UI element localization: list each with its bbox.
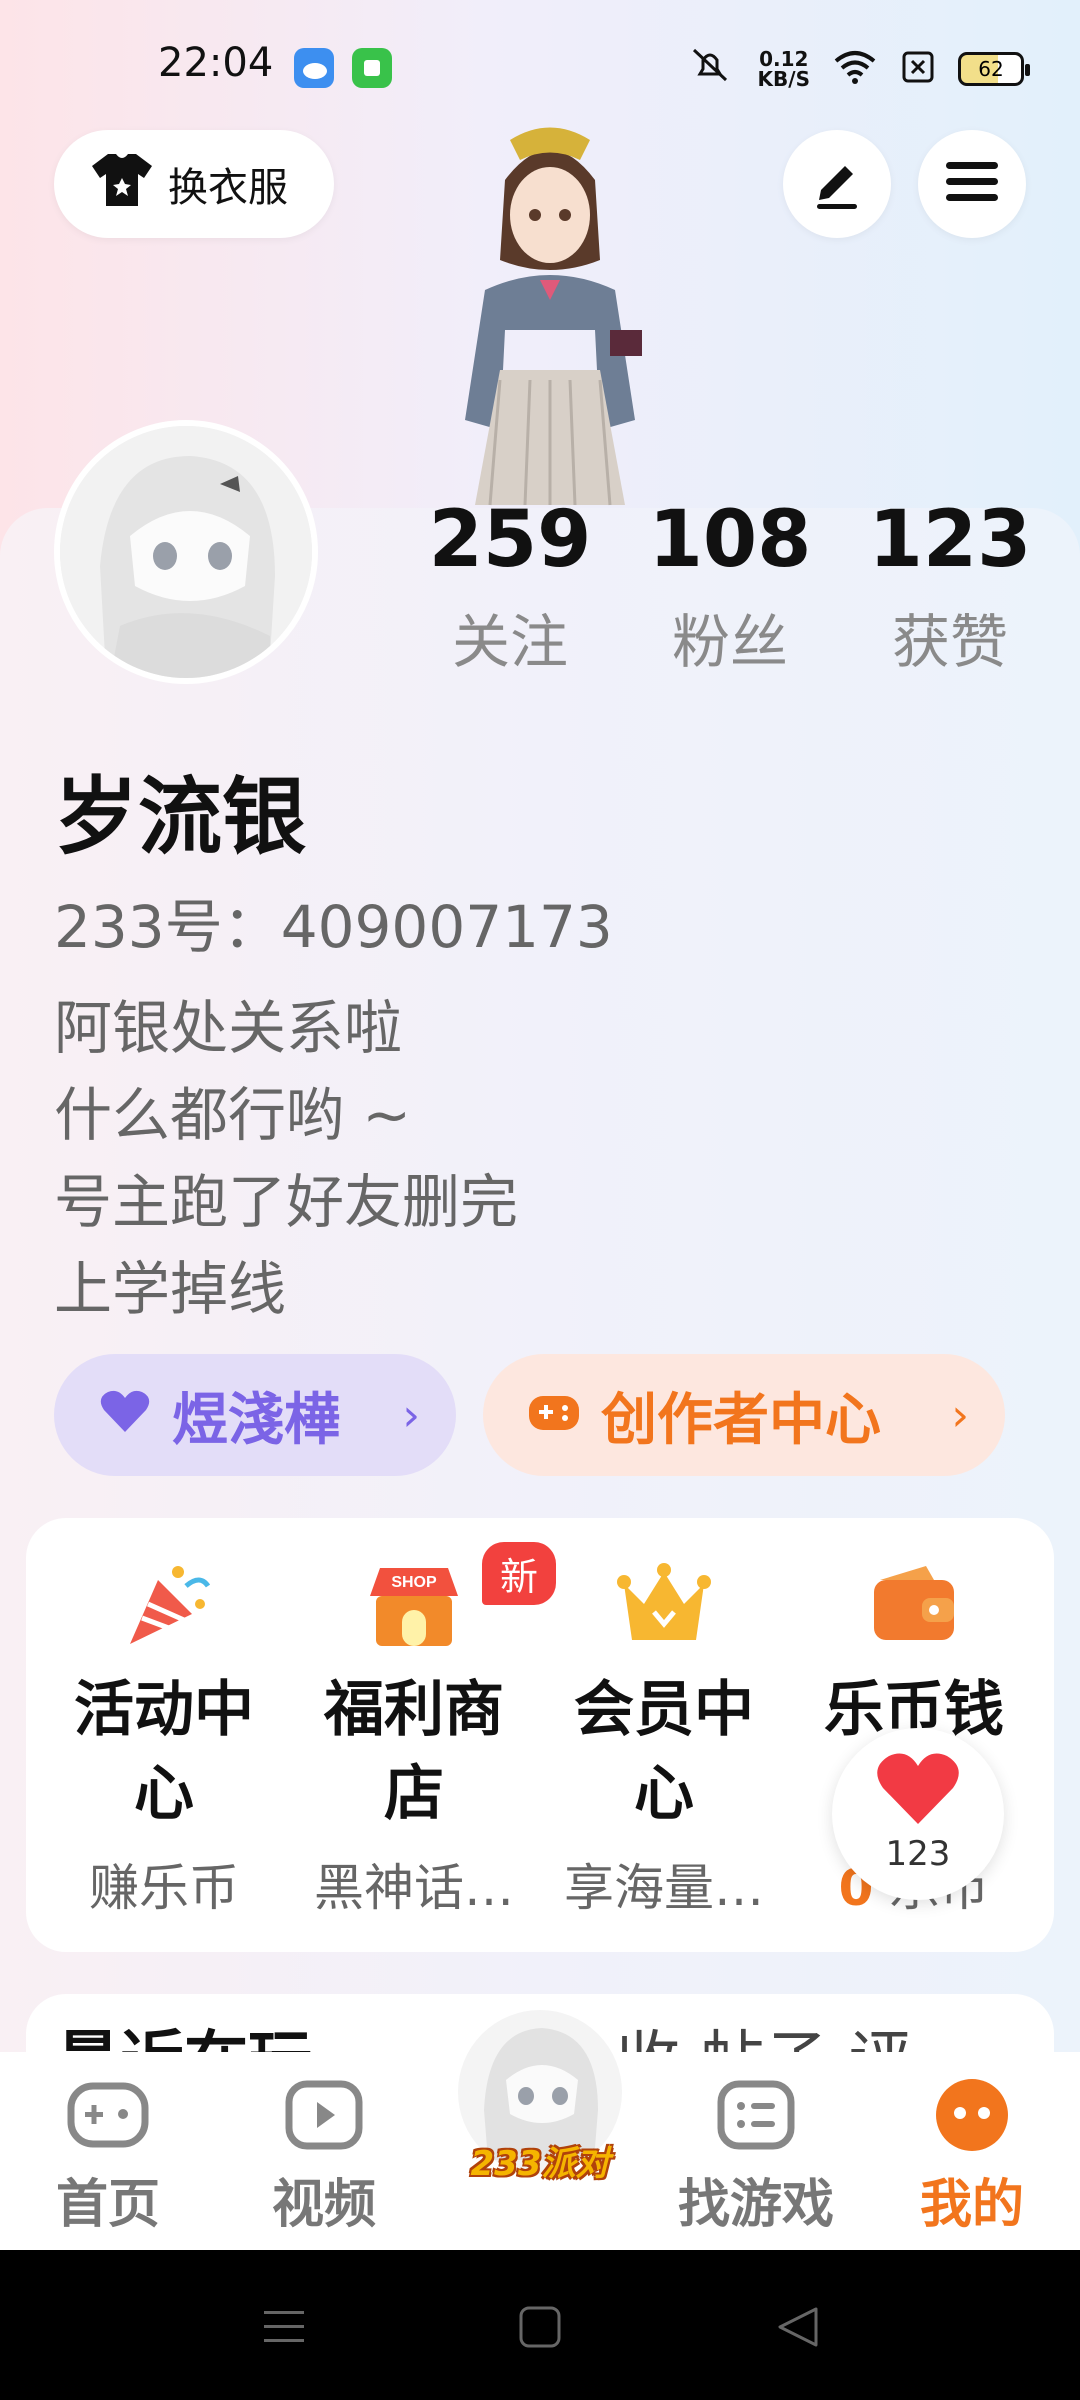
bio-line: 上学掉线	[54, 1255, 287, 1323]
nav-find-games[interactable]: 找游戏	[676, 2078, 836, 2237]
heart-icon	[873, 1753, 963, 1832]
net-speed-unit: KB/S	[757, 66, 810, 91]
home-button[interactable]	[518, 2305, 562, 2353]
user-id-label: 233号：	[54, 893, 281, 961]
mute-bell-icon	[684, 44, 736, 93]
system-nav-bar	[0, 2250, 1080, 2400]
triangle-back-icon	[776, 2307, 820, 2353]
bio-line: 什么都行哟 ~	[54, 1081, 412, 1149]
recent-apps-button[interactable]	[262, 2305, 306, 2353]
me-face-icon	[931, 2078, 1013, 2152]
feature-member-center[interactable]: 会员中 心 享海量…	[544, 1560, 784, 1920]
stat-followers[interactable]: 108 粉丝	[620, 495, 840, 679]
stats-row: 259 关注 108 粉丝 123 获赞	[400, 495, 1060, 679]
shop-icon: SHOP	[366, 1560, 462, 1650]
hamburger-menu-icon	[944, 158, 1000, 210]
stat-value: 108	[648, 495, 812, 585]
net-speed-value: 0.12	[759, 46, 809, 71]
back-button[interactable]	[776, 2305, 820, 2353]
status-icons: 0.12 KB/S 62	[684, 44, 1030, 93]
feature-title: 活动中 心	[44, 1668, 284, 1836]
bio-line: 号主跑了好友删完	[54, 1168, 519, 1236]
nav-label: 视频	[271, 2175, 376, 2235]
pencil-icon	[809, 154, 865, 214]
feature-subtitle: 赚乐币	[89, 1859, 239, 1917]
crown-icon	[616, 1560, 712, 1650]
stat-value: 123	[868, 495, 1032, 585]
menu-button[interactable]	[918, 130, 1026, 238]
video-play-icon	[283, 2078, 365, 2152]
feature-title-line: 福利商	[324, 1675, 504, 1745]
nav-me[interactable]: 我的	[892, 2078, 1052, 2237]
edit-profile-button[interactable]	[783, 130, 891, 238]
no-sim-icon	[900, 49, 936, 89]
wifi-icon	[832, 49, 878, 89]
party-popper-icon	[116, 1560, 212, 1650]
stat-label: 获赞	[891, 608, 1008, 676]
feature-activity-center[interactable]: 活动中 心 赚乐币	[44, 1560, 284, 1920]
feature-title-line: 活动中	[74, 1675, 254, 1745]
change-outfit-label: 换衣服	[168, 165, 288, 211]
creator-center-label: 创作者中心	[601, 1387, 881, 1453]
chevron-right-icon: ›	[951, 1389, 969, 1441]
app-notification-icon	[352, 48, 392, 88]
tshirt-icon	[90, 150, 154, 218]
stat-following[interactable]: 259 关注	[400, 495, 620, 679]
party-label: 233派对	[470, 2144, 610, 2184]
gamepad-icon	[67, 2078, 149, 2152]
square-icon	[518, 2306, 562, 2353]
battery-indicator: 62	[958, 51, 1030, 86]
weather-app-icon	[294, 48, 334, 88]
nav-label: 我的	[919, 2175, 1024, 2235]
nav-video[interactable]: 视频	[244, 2078, 404, 2237]
menu-lines-icon	[262, 2311, 306, 2353]
profile-screen: 22:04 0.12 KB/S 62 换衣服 259 关注 108 粉丝 123…	[0, 0, 1080, 2250]
chevron-right-icon: ›	[402, 1389, 420, 1441]
change-outfit-button[interactable]: 换衣服	[54, 130, 334, 238]
nav-party[interactable]: 233派对	[442, 2004, 638, 2244]
stat-label: 关注	[451, 608, 568, 676]
feature-title: 福利商 店	[294, 1668, 534, 1836]
feature-subtitle: 黑神话…	[314, 1859, 514, 1917]
character-model[interactable]	[400, 120, 700, 520]
stat-likes[interactable]: 123 获赞	[840, 495, 1060, 679]
user-id[interactable]: 233号：409007173	[54, 880, 613, 964]
feature-title-line: 店	[384, 1759, 444, 1829]
shop-icon-text: SHOP	[391, 1574, 437, 1591]
avatar[interactable]	[54, 420, 318, 684]
like-float-button[interactable]: 123	[832, 1728, 1004, 1900]
guild-label: 煜淺樺	[172, 1387, 340, 1453]
guild-button[interactable]: 煜淺樺 ›	[54, 1354, 456, 1476]
feature-title: 会员中 心	[544, 1668, 784, 1836]
nav-label: 找游戏	[677, 2175, 834, 2235]
feature-subtitle: 享海量…	[564, 1859, 764, 1917]
stat-label: 粉丝	[671, 608, 788, 676]
creator-center-button[interactable]: 创作者中心 ›	[483, 1354, 1005, 1476]
user-id-value: 409007173	[280, 893, 613, 961]
gamepad-icon	[527, 1383, 581, 1448]
feature-welfare-shop[interactable]: 新 SHOP 福利商 店 黑神话…	[294, 1542, 557, 1920]
status-time: 22:04	[158, 40, 274, 86]
feature-title-line: 会员中	[574, 1675, 754, 1745]
nav-label: 首页	[55, 2175, 160, 2235]
status-bar: 22:04 0.12 KB/S 62	[0, 0, 1080, 130]
like-count: 123	[885, 1834, 951, 1874]
bio: 阿银处关系啦 什么都行哟 ~ 号主跑了好友删完 上学掉线	[54, 985, 518, 1333]
network-speed: 0.12 KB/S	[758, 49, 810, 89]
wallet-icon	[866, 1560, 962, 1650]
bottom-nav: 首页 视频 233派对 找游戏 我的	[0, 2004, 1080, 2250]
feature-title-line: 心	[634, 1759, 694, 1829]
heart-icon	[98, 1383, 152, 1448]
feature-title-line: 心	[134, 1759, 194, 1829]
list-icon	[715, 2078, 797, 2152]
nickname: 岁流银	[54, 768, 307, 866]
nav-home[interactable]: 首页	[28, 2078, 188, 2237]
stat-value: 259	[428, 495, 592, 585]
bio-line: 阿银处关系啦	[54, 994, 403, 1062]
